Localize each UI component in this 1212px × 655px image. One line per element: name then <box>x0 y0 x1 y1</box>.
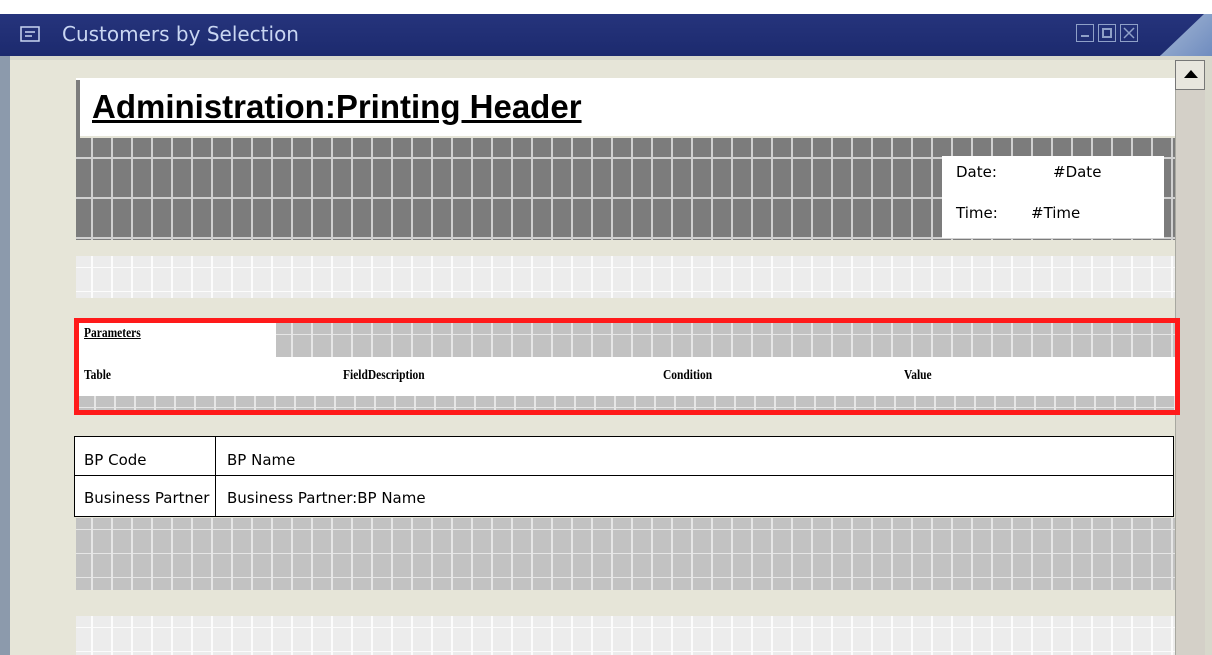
header-left-marker <box>76 80 80 140</box>
window-title-bar[interactable]: Customers by Selection <box>0 14 1212 56</box>
window-menu-icon[interactable] <box>20 26 40 42</box>
window-title: Customers by Selection <box>62 22 299 46</box>
time-label: Time: <box>956 204 998 222</box>
time-value: #Time <box>1031 204 1081 222</box>
date-value: #Date <box>1053 163 1102 181</box>
date-label: Date: <box>956 163 997 181</box>
minimize-icon <box>1081 35 1089 37</box>
table-header-bp-code[interactable]: BP Code <box>84 451 212 469</box>
maximize-icon <box>1102 28 1112 38</box>
spacer-band-grid[interactable] <box>76 256 1175 298</box>
row-divider <box>75 475 1173 476</box>
scroll-up-arrow-icon[interactable] <box>1175 60 1205 90</box>
column-divider <box>215 437 216 517</box>
bp-table[interactable]: BP Code BP Name Business Partner Busines… <box>74 436 1174 517</box>
report-title[interactable]: Administration:Printing Header <box>92 88 582 126</box>
window-left-border <box>0 56 10 655</box>
table-cell-bp-name[interactable]: Business Partner:BP Name <box>227 489 426 507</box>
maximize-button[interactable] <box>1098 24 1116 42</box>
footer-band-grid[interactable] <box>76 616 1175 655</box>
close-button[interactable] <box>1120 24 1138 42</box>
repetitive-area-grid[interactable] <box>76 518 1175 590</box>
table-cell-bp-code[interactable]: Business Partner <box>84 489 214 507</box>
close-icon <box>1123 27 1135 39</box>
table-header-bp-name[interactable]: BP Name <box>227 451 295 469</box>
minimize-button[interactable] <box>1076 24 1094 42</box>
selection-highlight-box <box>74 318 1180 415</box>
